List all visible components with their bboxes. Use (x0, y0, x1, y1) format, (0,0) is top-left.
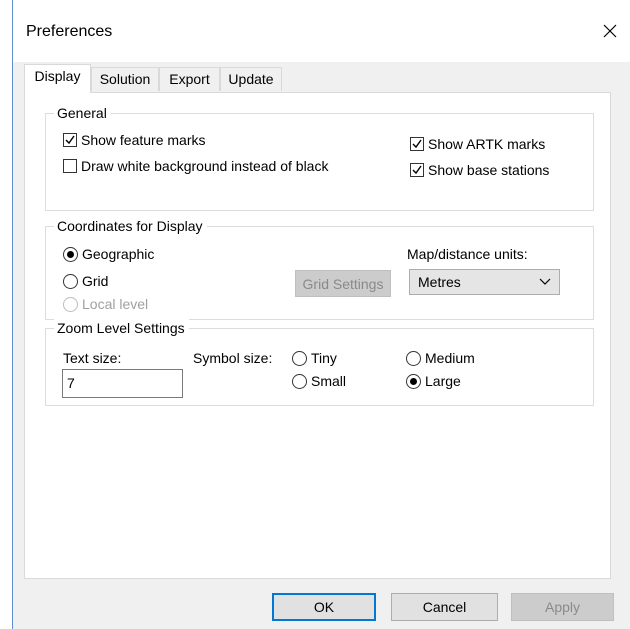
preferences-dialog: Preferences Display Solution Export Upda… (0, 0, 630, 629)
show-base-stations-checkbox[interactable]: Show base stations (410, 162, 549, 178)
radio-label: Medium (425, 350, 475, 366)
draw-white-background-checkbox[interactable]: Draw white background instead of black (63, 158, 328, 174)
checkbox-label: Show ARTK marks (428, 136, 546, 152)
checkmark-icon (412, 165, 422, 175)
radio-small[interactable]: Small (292, 373, 346, 389)
symbol-size-label: Symbol size: (193, 350, 273, 366)
button-label: Apply (544, 599, 581, 615)
button-label: OK (313, 599, 335, 615)
checkbox-label: Show base stations (428, 162, 550, 178)
radio-local-level: Local level (63, 296, 148, 312)
radio-circle (406, 373, 421, 389)
button-label: Grid Settings (302, 275, 384, 292)
radio-circle (292, 373, 307, 389)
radio-tiny[interactable]: Tiny (292, 350, 337, 366)
tab-export[interactable]: Export (159, 67, 220, 91)
radio-label: Grid (82, 273, 109, 289)
group-title-zoom: Zoom Level Settings (54, 319, 189, 337)
units-label: Map/distance units: (407, 246, 528, 262)
radio-circle (406, 350, 421, 366)
tab-label: Update (228, 71, 274, 87)
checkmark-icon (412, 139, 422, 149)
show-artk-marks-checkbox[interactable]: Show ARTK marks (410, 136, 545, 152)
radio-label: Geographic (82, 246, 155, 262)
checkbox-box (63, 159, 77, 173)
tab-label: Export (169, 71, 210, 87)
ok-button[interactable]: OK (272, 593, 376, 621)
radio-label: Large (425, 373, 461, 389)
window-title: Preferences (26, 23, 113, 40)
checkbox-label: Draw white background instead of black (81, 158, 329, 174)
radio-large[interactable]: Large (406, 373, 461, 389)
checkbox-box (410, 137, 424, 151)
checkbox-label: Show feature marks (81, 132, 206, 148)
button-label: Cancel (422, 599, 467, 615)
group-title-coordinates: Coordinates for Display (54, 217, 207, 235)
tab-label: Display (34, 68, 81, 84)
radio-circle (63, 296, 78, 312)
units-selected-value: Metres (418, 274, 461, 290)
radio-grid[interactable]: Grid (63, 273, 108, 289)
window-left-edge (0, 0, 13, 629)
checkbox-box (410, 163, 424, 177)
text-size-input[interactable]: 7 (62, 369, 183, 398)
checkbox-box (63, 133, 77, 147)
radio-label: Tiny (311, 350, 337, 366)
radio-label: Local level (82, 296, 149, 312)
tab-label: Solution (99, 71, 151, 87)
tab-display[interactable]: Display (24, 64, 91, 93)
checkmark-icon (65, 135, 75, 145)
group-title-general: General (54, 104, 111, 122)
text-size-label: Text size: (63, 350, 122, 366)
units-dropdown[interactable]: Metres (409, 269, 560, 295)
display-tab-panel: General Show feature marks Draw white ba… (24, 92, 611, 579)
chevron-down-icon (539, 278, 551, 285)
title-bar[interactable]: Preferences (13, 0, 630, 62)
close-button[interactable] (590, 14, 630, 48)
radio-circle (63, 273, 78, 289)
apply-button[interactable]: Apply (511, 593, 614, 621)
radio-geographic[interactable]: Geographic (63, 246, 154, 262)
grid-settings-button[interactable]: Grid Settings (295, 270, 391, 297)
radio-circle (292, 350, 307, 366)
cancel-button[interactable]: Cancel (391, 593, 498, 621)
radio-label: Small (311, 373, 347, 389)
tab-update[interactable]: Update (220, 67, 282, 91)
close-icon (603, 24, 617, 38)
radio-medium[interactable]: Medium (406, 350, 475, 366)
radio-circle (63, 246, 78, 262)
show-feature-marks-checkbox[interactable]: Show feature marks (63, 132, 206, 148)
tab-solution[interactable]: Solution (91, 67, 159, 91)
